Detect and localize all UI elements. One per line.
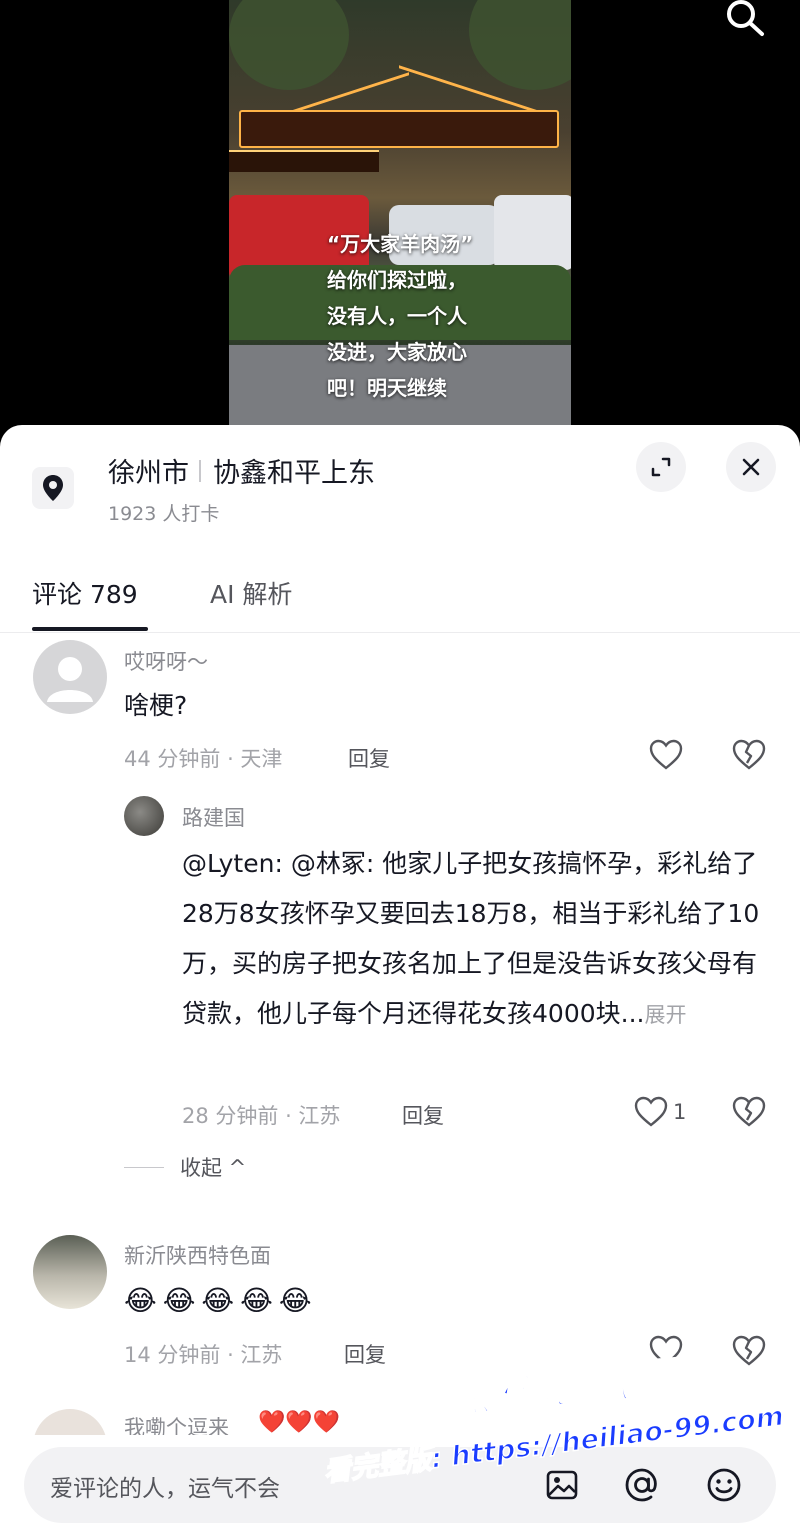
dislike-icon[interactable] [731, 1094, 767, 1130]
tree-shape [469, 0, 571, 90]
collapse-replies-button[interactable]: 收起 ^ [124, 1152, 246, 1182]
location-pin-icon [32, 467, 74, 509]
image-icon[interactable] [538, 1461, 586, 1509]
avatar[interactable] [33, 1235, 107, 1309]
video-caption: “万大家羊肉汤” 给你们探过啦， 没有人，一个人 没进，大家放心 吧！明天继续 [327, 232, 474, 400]
emoji-icon[interactable] [700, 1461, 748, 1509]
divider [199, 459, 201, 482]
dislike-icon[interactable] [731, 1333, 767, 1369]
collapse-label: 收起 ^ [180, 1156, 247, 1180]
mention-icon[interactable] [618, 1461, 666, 1509]
default-avatar-icon [47, 657, 93, 702]
comment-username[interactable]: 哎呀呀～ [124, 646, 208, 676]
tree-shape [229, 0, 349, 90]
close-button[interactable] [726, 442, 776, 492]
input-placeholder: 爱评论的人，运气不会 [50, 1476, 280, 1502]
reply-button[interactable]: 回复 [344, 1339, 386, 1369]
shop-sign-lower [229, 150, 379, 172]
reply-button[interactable]: 回复 [402, 1100, 444, 1130]
dislike-icon[interactable] [731, 737, 767, 773]
heart-icon[interactable] [648, 737, 684, 773]
comment-text[interactable]: 😂😂😂😂😂 [124, 1276, 318, 1326]
expand-icon [651, 457, 671, 477]
comment-meta: 28 分钟前 · 江苏 [182, 1104, 341, 1128]
reply-button[interactable]: 回复 [348, 743, 390, 773]
comment-text[interactable]: 啥梗? [124, 681, 187, 731]
comment-body: @Lyten: @林冢: 他家儿子把女孩搞怀孕，彩礼给了28万8女孩怀孕又要回去… [182, 849, 760, 1028]
comments-sheet: 徐州市 协鑫和平上东 1923 人打卡 评论 789 AI 解析 哎呀呀～ 啥梗… [0, 425, 800, 1533]
video-area[interactable]: “万大家羊肉汤” 给你们探过啦， 没有人，一个人 没进，大家放心 吧！明天继续 [0, 0, 800, 440]
divider [124, 1166, 164, 1168]
avatar[interactable] [33, 640, 107, 714]
tab-bar: 评论 789 AI 解析 [0, 565, 800, 633]
location-city[interactable]: 徐州市 [108, 451, 189, 490]
shop-sign [239, 110, 559, 148]
close-icon [742, 458, 760, 476]
comment-text[interactable]: @Lyten: @林冢: 他家儿子把女孩搞怀孕，彩礼给了28万8女孩怀孕又要回去… [182, 839, 772, 1040]
search-icon[interactable] [722, 0, 766, 40]
avatar[interactable] [124, 796, 164, 836]
comment-meta: 44 分钟前 · 天津 [124, 747, 283, 771]
comment-meta: 14 分钟前 · 江苏 [124, 1343, 283, 1367]
tab-ai-analysis[interactable]: AI 解析 [210, 575, 292, 611]
like-count: 1 [673, 1100, 687, 1124]
active-tab-indicator [32, 627, 148, 631]
checkin-count: 1923 人打卡 [108, 503, 220, 525]
location-place[interactable]: 协鑫和平上东 [213, 451, 375, 490]
comment-username[interactable]: 新沂陕西特色面 [124, 1240, 271, 1270]
tab-comments[interactable]: 评论 789 [32, 575, 138, 611]
heart-icon[interactable] [633, 1094, 669, 1130]
expand-link[interactable]: 展开 [644, 1003, 686, 1027]
expand-button[interactable] [636, 442, 686, 492]
comment-username[interactable]: 路建国 [182, 802, 245, 832]
location-title[interactable]: 徐州市 协鑫和平上东 [108, 451, 375, 490]
video-thumbnail[interactable]: “万大家羊肉汤” 给你们探过啦， 没有人，一个人 没进，大家放心 吧！明天继续 [229, 0, 571, 440]
